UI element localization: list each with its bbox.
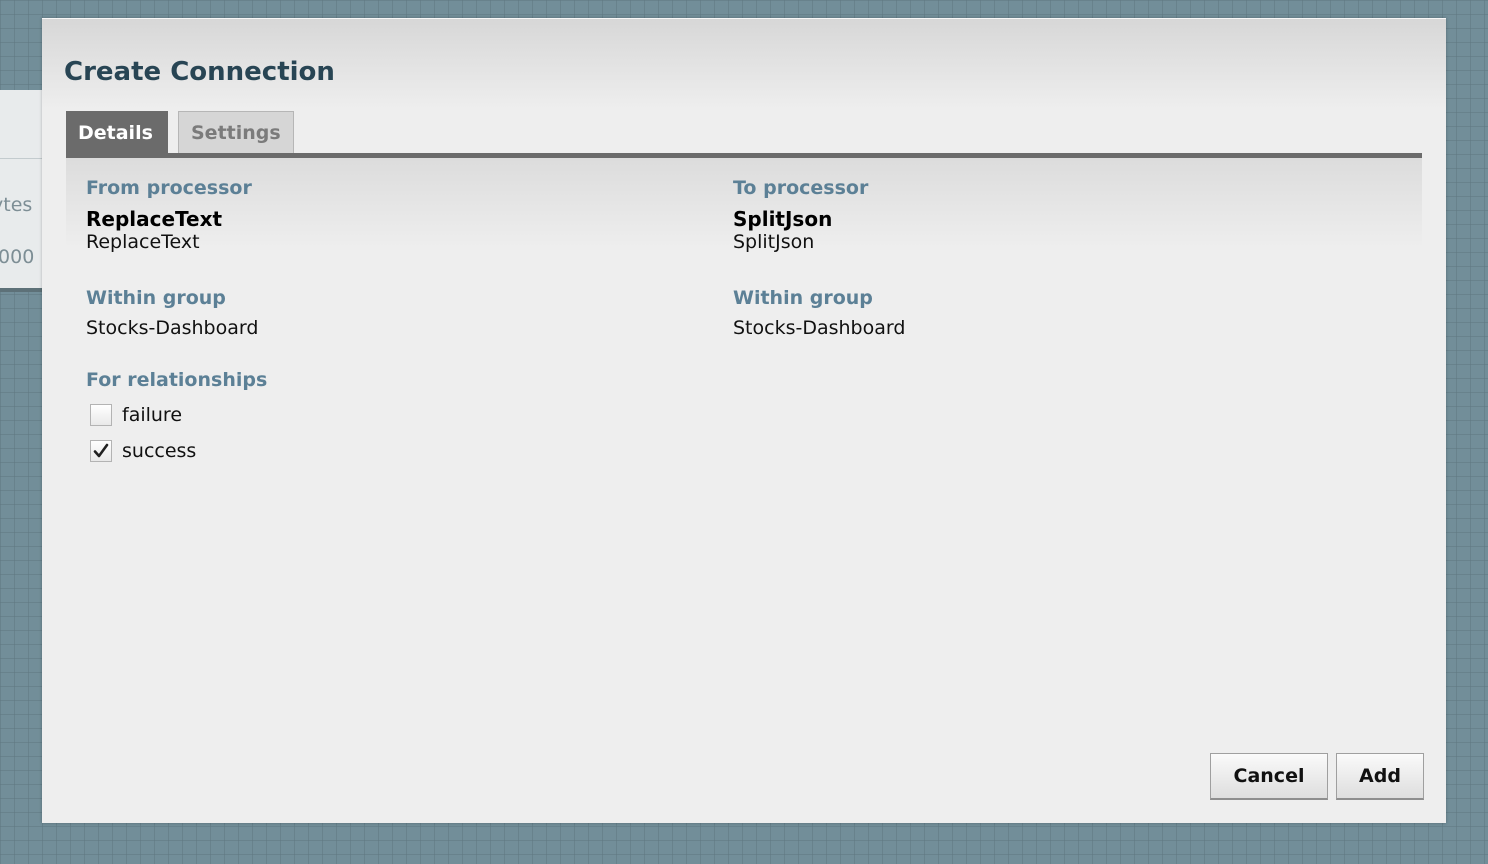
tab-settings[interactable]: Settings [178,111,294,153]
from-processor-type: ReplaceText [86,231,200,253]
dialog-title: Create Connection [64,57,335,87]
to-processor-type: SplitJson [733,231,815,253]
to-processor-name: SplitJson [733,207,833,231]
relationship-success-row[interactable]: success [90,438,196,464]
to-group-label: Within group [733,287,873,309]
create-connection-dialog: Create Connection Details Settings From … [42,18,1446,823]
success-checkbox[interactable] [90,440,112,462]
from-processor-name: ReplaceText [86,207,223,231]
relationships-label: For relationships [86,369,268,391]
from-processor-label: From processor [86,177,252,199]
success-checkbox-label[interactable]: success [122,440,196,462]
to-processor-label: To processor [733,177,869,199]
from-group-value: Stocks-Dashboard [86,317,259,339]
background-node-bytes-text: ytes [0,194,33,216]
failure-checkbox[interactable] [90,404,112,426]
to-group-value: Stocks-Dashboard [733,317,906,339]
failure-checkbox-label[interactable]: failure [122,404,182,426]
dialog-header: Create Connection [42,19,1446,109]
background-node-value-text: .000 [0,246,35,268]
tab-details[interactable]: Details [66,111,168,153]
checkmark-icon [93,443,109,458]
add-button[interactable]: Add [1336,753,1424,800]
cancel-button[interactable]: Cancel [1210,753,1328,800]
from-group-label: Within group [86,287,226,309]
relationship-failure-row[interactable]: failure [90,402,182,428]
